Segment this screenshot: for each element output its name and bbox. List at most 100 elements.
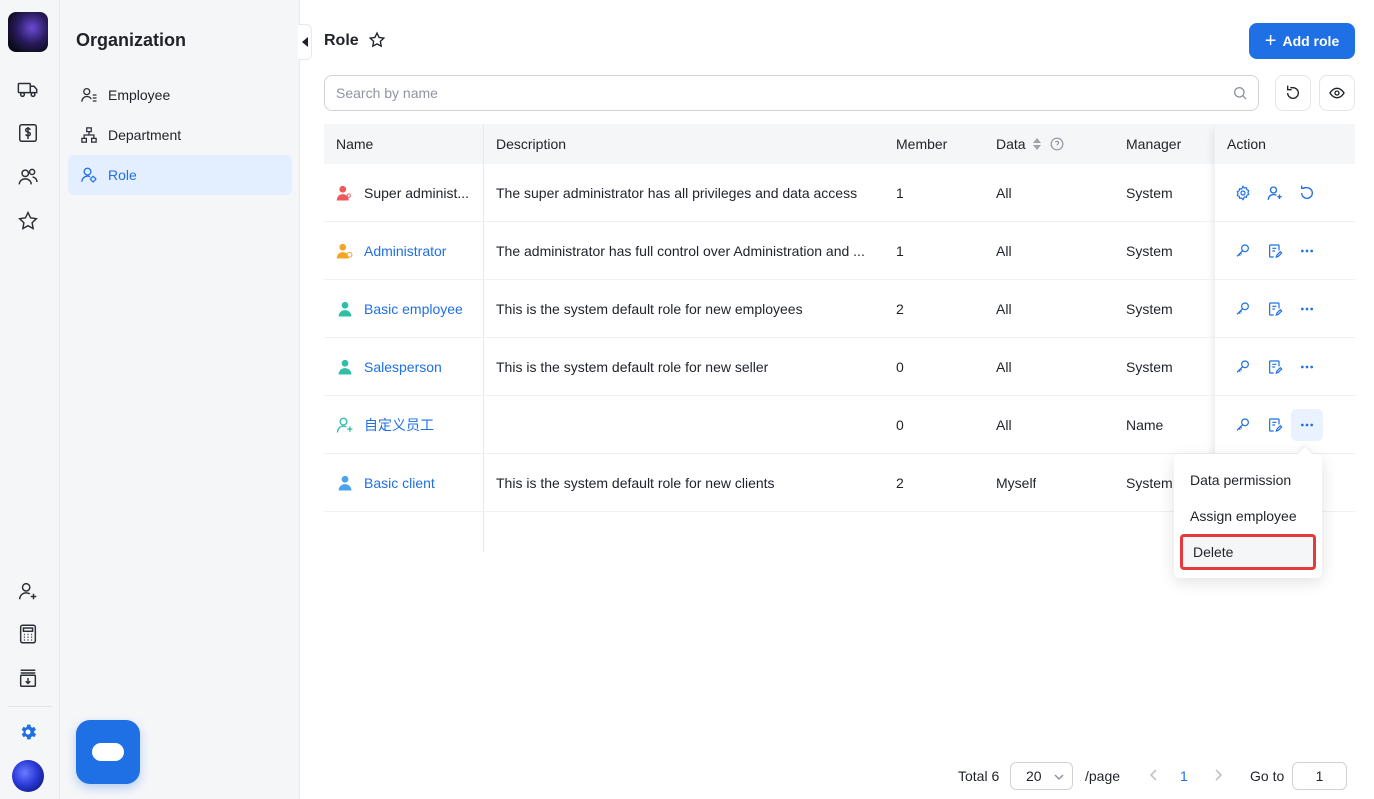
dollar-icon[interactable] (14, 119, 42, 147)
more-action-button-active[interactable] (1291, 409, 1323, 441)
menu-item-assign-employee[interactable]: Assign employee (1174, 498, 1322, 534)
column-header-data-label: Data (996, 136, 1026, 152)
add-member-action-button[interactable] (1259, 177, 1291, 209)
more-icon (1301, 365, 1313, 369)
search-input[interactable] (325, 76, 1258, 110)
sidebar-item-role[interactable]: Role (68, 155, 292, 195)
goto-page-input[interactable]: 1 (1292, 762, 1347, 790)
role-data-cell: All (996, 301, 1012, 317)
role-member-cell: 0 (896, 359, 904, 375)
sidebar-item-department[interactable]: Department (68, 115, 292, 155)
column-header-name[interactable]: Name (336, 124, 373, 164)
role-member-cell: 2 (896, 475, 904, 491)
calculator-icon[interactable] (14, 620, 42, 648)
key-icon (1236, 244, 1249, 257)
edit-action-button[interactable] (1259, 293, 1291, 325)
main-content: Role + Add role Name Description Member … (300, 0, 1374, 799)
column-header-data[interactable]: Data (996, 124, 1064, 164)
role-description-cell (496, 396, 876, 454)
role-data-cell: All (996, 417, 1012, 433)
role-icon (81, 167, 97, 183)
users-icon[interactable] (14, 163, 42, 191)
role-data-cell: All (996, 185, 1012, 201)
role-name-link[interactable]: Administrator (364, 243, 446, 259)
role-data-cell: All (996, 243, 1012, 259)
sidebar-item-label: Employee (108, 87, 171, 103)
sidebar-title: Organization (76, 30, 187, 50)
column-header-member: Member (896, 136, 948, 152)
role-name-link[interactable]: Salesperson (364, 359, 442, 375)
chat-fab-button[interactable] (76, 720, 140, 784)
super-admin-role-icon (336, 184, 354, 202)
permission-action-button[interactable] (1227, 409, 1259, 441)
more-icon (1301, 307, 1313, 311)
pagination: Total 6 20 /page 1 Go to 1 (300, 762, 1374, 790)
role-manager-cell: System (1126, 359, 1173, 375)
sidebar-item-employee[interactable]: Employee (68, 75, 292, 115)
goto-label: Go to (1250, 768, 1285, 784)
role-actions-cell (1227, 222, 1323, 280)
column-header-manager: Manager (1126, 136, 1182, 152)
app-logo[interactable] (8, 12, 48, 52)
menu-item-delete[interactable]: Delete (1180, 534, 1316, 570)
settings-action-button[interactable] (1227, 177, 1259, 209)
edit-action-button[interactable] (1259, 351, 1291, 383)
edit-action-button[interactable] (1259, 235, 1291, 267)
refresh-button[interactable] (1275, 75, 1311, 111)
reset-action-button[interactable] (1291, 177, 1323, 209)
role-name-cell: Salesperson (336, 338, 476, 396)
truck-icon[interactable] (14, 75, 42, 103)
role-name-link[interactable]: 自定义员工 (364, 415, 434, 435)
view-settings-button[interactable] (1319, 75, 1355, 111)
role-description-cell: The administrator has full control over … (496, 243, 865, 259)
more-action-button[interactable] (1291, 351, 1323, 383)
favorite-star-icon[interactable] (368, 31, 386, 52)
search-icon (1234, 87, 1247, 100)
gear-icon[interactable] (14, 718, 42, 746)
chevron-left-icon (1149, 769, 1157, 781)
key-icon (1236, 302, 1249, 315)
more-action-button[interactable] (1291, 293, 1323, 325)
permission-action-button[interactable] (1227, 293, 1259, 325)
role-description-cell: This is the system default role for new … (496, 359, 769, 375)
table-row: Salesperson This is the system default r… (324, 338, 1355, 396)
user-avatar[interactable] (12, 760, 44, 792)
role-name-link[interactable]: Basic employee (364, 301, 463, 317)
key-icon (1236, 360, 1249, 373)
add-role-button[interactable]: + Add role (1249, 23, 1355, 59)
user-plus-icon[interactable] (14, 577, 42, 605)
more-actions-menu: Data permission Assign employee Delete (1174, 454, 1322, 578)
more-action-button[interactable] (1291, 235, 1323, 267)
star-icon[interactable] (14, 207, 42, 235)
employee-role-icon (336, 300, 354, 318)
role-name: Super administ... (364, 185, 470, 201)
permission-action-button[interactable] (1227, 351, 1259, 383)
role-name-link[interactable]: Basic client (364, 475, 435, 491)
prev-page-button[interactable] (1148, 768, 1160, 785)
edit-action-button[interactable] (1259, 409, 1291, 441)
add-role-label: Add role (1282, 33, 1340, 49)
edit-doc-icon (1269, 360, 1283, 374)
page-title: Role (324, 32, 359, 49)
role-member-cell: 1 (896, 243, 904, 259)
sort-icon[interactable] (1032, 137, 1042, 151)
help-icon[interactable] (1050, 137, 1064, 151)
current-page[interactable]: 1 (1180, 768, 1188, 784)
table-row: Super administ... The super administrato… (324, 164, 1355, 222)
role-data-cell: All (996, 359, 1012, 375)
client-role-icon (336, 474, 354, 492)
role-name-cell: Administrator (336, 222, 476, 280)
role-manager-cell: Name (1126, 417, 1164, 433)
sidebar-item-label: Department (108, 127, 182, 143)
permission-action-button[interactable] (1227, 235, 1259, 267)
page-size-select[interactable]: 20 (1010, 762, 1073, 790)
menu-item-data-permission[interactable]: Data permission (1174, 462, 1322, 498)
refresh-icon (1301, 185, 1313, 199)
role-manager-cell: System (1126, 185, 1173, 201)
role-name-cell: Basic client (336, 454, 476, 512)
page-size-value: 20 (1026, 768, 1042, 784)
per-page-label: /page (1085, 768, 1121, 784)
next-page-button[interactable] (1212, 768, 1224, 785)
download-box-icon[interactable] (14, 664, 42, 692)
chevron-right-icon (1215, 769, 1223, 781)
